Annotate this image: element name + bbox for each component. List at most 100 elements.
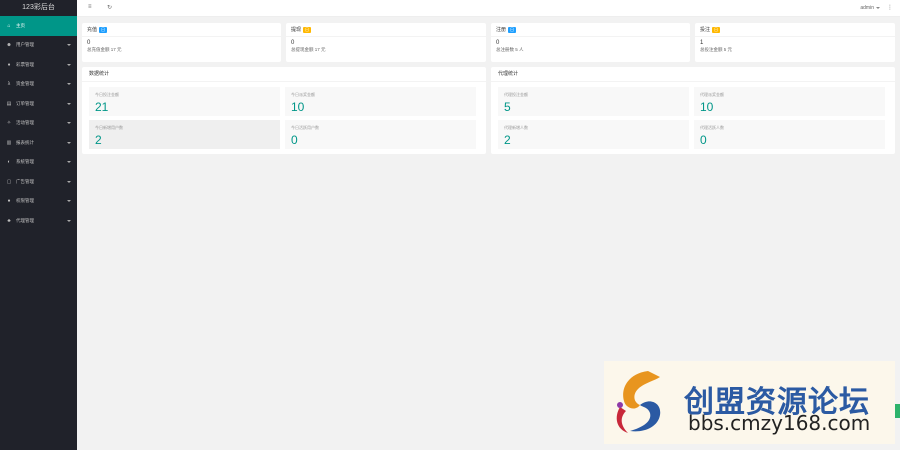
chevron-down-icon: [876, 6, 880, 9]
report-icon: ▥: [6, 139, 12, 146]
sidebar-item-ads[interactable]: ▢ 广告管理: [0, 172, 77, 192]
settings-icon: ◐: [7, 159, 11, 166]
menu-toggle-icon[interactable]: ≡: [88, 4, 92, 10]
app-logo: 123彩后台: [0, 0, 77, 16]
chevron-down-icon: [67, 44, 71, 47]
stat-subtext: 总投注金额 5 元: [700, 47, 733, 52]
activity-icon: ✧: [6, 120, 12, 127]
stat-card-header: 提现日: [286, 23, 486, 37]
sidebar-item-system[interactable]: ◐ 系统管理: [0, 153, 77, 173]
order-icon: ▤: [6, 100, 12, 107]
stat-label: 提现: [291, 27, 302, 33]
metric-label: 今日派奖金额: [291, 92, 315, 97]
chevron-down-icon: [67, 200, 71, 203]
refresh-icon[interactable]: ↻: [107, 4, 112, 11]
sidebar-item-label: 活动管理: [16, 120, 34, 126]
sidebar-item-activities[interactable]: ✧ 活动管理: [0, 114, 77, 134]
metric-box: 今日派奖金额 10: [285, 87, 476, 116]
chevron-down-icon: [67, 219, 71, 222]
sidebar-item-lottery[interactable]: ♦ 彩票管理: [0, 55, 77, 75]
stat-value: 0: [291, 40, 295, 46]
chevron-down-icon: [67, 83, 71, 86]
sidebar-item-home[interactable]: ⌂ 主页: [0, 16, 77, 36]
sidebar-item-agents[interactable]: ♣ 代理管理: [0, 211, 77, 231]
ad-icon: ▢: [6, 178, 12, 185]
sidebar-item-label: 资金管理: [16, 81, 34, 87]
stat-value: 0: [87, 40, 91, 46]
chevron-down-icon: [67, 122, 71, 125]
watermark-logo-icon: [616, 371, 661, 433]
metric-label: 今日投注金额: [95, 92, 119, 97]
metric-box: 今日投注金额 21: [89, 87, 280, 116]
panel-title: 数据统计: [82, 67, 486, 82]
metric-value: 2: [95, 133, 102, 147]
sidebar-item-funds[interactable]: λ 资金管理: [0, 75, 77, 95]
stat-card-header: 注册日: [491, 23, 690, 37]
metric-box: 今日活跃用户数 0: [285, 120, 476, 149]
money-icon: λ: [7, 81, 11, 88]
stat-card-header: 投注日: [695, 23, 895, 37]
stat-value: 0: [496, 40, 500, 46]
chevron-down-icon: [67, 161, 71, 164]
metric-value: 5: [504, 100, 511, 114]
metric-label: 代理派奖金额: [700, 92, 724, 97]
side-float-tab[interactable]: [895, 404, 900, 418]
metric-box: 代理新增人数 2: [498, 120, 689, 149]
stat-card-withdraw: 提现日 0 总提现金额 17 元: [286, 23, 486, 62]
stat-card-bet: 投注日 1 总投注金额 5 元: [695, 23, 895, 62]
sidebar-item-label: 代理管理: [16, 217, 34, 223]
more-icon[interactable]: ⋮: [887, 4, 893, 11]
agent-icon: ♣: [7, 217, 11, 224]
metric-value: 10: [291, 100, 305, 114]
metric-label: 代理新增人数: [504, 125, 528, 130]
sidebar-item-permissions[interactable]: ● 权限管理: [0, 192, 77, 212]
chevron-down-icon: [67, 180, 71, 183]
stat-value: 1: [700, 40, 704, 46]
lottery-icon: ♦: [7, 61, 11, 68]
permission-icon: ●: [7, 198, 11, 205]
user-menu[interactable]: admin: [860, 5, 880, 11]
sidebar-item-label: 权限管理: [16, 198, 34, 204]
agent-stats-panel: 代理统计 代理投注金额 5 代理派奖金额 10 代理新增人数 2 代理活跃人数 …: [491, 67, 895, 154]
stat-badge: 日: [99, 26, 108, 33]
metric-label: 今日活跃用户数: [291, 125, 319, 130]
metric-box: 代理投注金额 5: [498, 87, 689, 116]
sidebar-item-orders[interactable]: ▤ 订单管理: [0, 94, 77, 114]
user-icon: ☻: [6, 42, 12, 49]
sidebar-item-label: 系统管理: [16, 159, 34, 165]
stat-subtext: 总注册数 5 人: [496, 47, 524, 52]
metric-box: 代理活跃人数 0: [694, 120, 885, 149]
sidebar-item-label: 订单管理: [16, 100, 34, 106]
sidebar-item-reports[interactable]: ▥ 报表统计: [0, 133, 77, 153]
watermark: 创盟资源论坛 bbs.cmzy168.com: [604, 361, 895, 444]
stat-label: 注册: [496, 27, 507, 33]
sidebar-item-label: 彩票管理: [16, 61, 34, 67]
sidebar-item-label: 报表统计: [16, 139, 34, 145]
panel-title: 代理统计: [491, 67, 895, 82]
watermark-url: bbs.cmzy168.com: [688, 411, 871, 435]
metric-value: 0: [700, 133, 707, 147]
metric-box: 代理派奖金额 10: [694, 87, 885, 116]
sidebar-item-label: 用户管理: [16, 42, 34, 48]
metric-value: 0: [291, 133, 298, 147]
metric-box: 今日新增用户数 2: [89, 120, 280, 149]
chevron-down-icon: [67, 102, 71, 105]
stat-subtext: 总充值金额 17 元: [87, 47, 122, 52]
sidebar-item-label: 广告管理: [16, 178, 34, 184]
chevron-down-icon: [67, 63, 71, 66]
metric-label: 今日新增用户数: [95, 125, 123, 130]
metric-value: 21: [95, 100, 109, 114]
top-header: ≡ ↻ admin ⋮: [77, 0, 900, 17]
metric-value: 2: [504, 133, 511, 147]
stat-badge: 日: [508, 26, 517, 33]
stat-card-header: 充值日: [82, 23, 281, 37]
stat-card-recharge: 充值日 0 总充值金额 17 元: [82, 23, 281, 62]
stat-badge: 日: [712, 26, 721, 33]
metric-value: 10: [700, 100, 714, 114]
data-stats-panel: 数据统计 今日投注金额 21 今日派奖金额 10 今日新增用户数 2 今日活跃用…: [82, 67, 486, 154]
sidebar: 123彩后台 ⌂ 主页 ☻ 用户管理 ♦ 彩票管理 λ 资金管理 ▤ 订单管理 …: [0, 0, 77, 450]
sidebar-item-users[interactable]: ☻ 用户管理: [0, 36, 77, 56]
user-name: admin: [860, 5, 874, 11]
stat-label: 投注: [700, 27, 711, 33]
stat-card-register: 注册日 0 总注册数 5 人: [491, 23, 690, 62]
